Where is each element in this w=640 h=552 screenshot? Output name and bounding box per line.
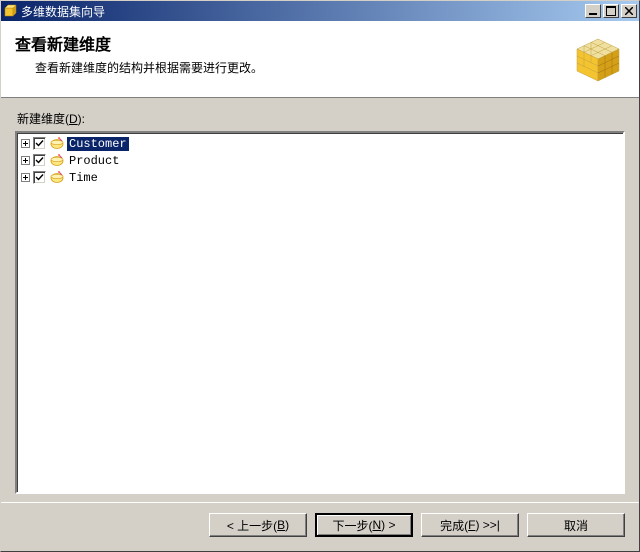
wizard-footer: < 上一步(B) 下一步(N) > 完成(F) >>| 取消 [1, 502, 639, 551]
dimension-checkbox[interactable] [33, 137, 46, 150]
tree-label: 新建维度(D): [17, 110, 625, 127]
wizard-content: 新建维度(D): Customer Product Time [1, 98, 639, 502]
dimension-tree[interactable]: Customer Product Time [15, 131, 625, 494]
finish-button[interactable]: 完成(F) >>| [421, 513, 519, 537]
dimension-checkbox[interactable] [33, 171, 46, 184]
app-icon [3, 4, 17, 18]
cube-illustration-icon [571, 31, 625, 85]
page-title: 查看新建维度 [15, 31, 561, 55]
dimension-label[interactable]: Product [67, 154, 121, 168]
wizard-window: 多维数据集向导 查看新建维度 查看新建维度的结构并根据需要进行更改。 [0, 0, 640, 552]
dimension-icon [49, 170, 65, 186]
page-subtitle: 查看新建维度的结构并根据需要进行更改。 [15, 59, 561, 76]
close-button[interactable] [621, 4, 637, 18]
dimension-icon [49, 153, 65, 169]
dimension-icon [49, 136, 65, 152]
tree-row[interactable]: Product [19, 152, 621, 169]
minimize-button[interactable] [585, 4, 601, 18]
expand-icon[interactable] [21, 156, 30, 165]
back-button[interactable]: < 上一步(B) [209, 513, 307, 537]
dimension-checkbox[interactable] [33, 154, 46, 167]
window-title: 多维数据集向导 [21, 3, 583, 20]
tree-row[interactable]: Time [19, 169, 621, 186]
title-bar: 多维数据集向导 [1, 1, 639, 21]
expand-icon[interactable] [21, 173, 30, 182]
maximize-button[interactable] [603, 4, 619, 18]
dimension-label[interactable]: Time [67, 171, 100, 185]
next-button[interactable]: 下一步(N) > [315, 513, 413, 537]
dimension-label[interactable]: Customer [67, 137, 129, 151]
expand-icon[interactable] [21, 139, 30, 148]
tree-row[interactable]: Customer [19, 135, 621, 152]
cancel-button[interactable]: 取消 [527, 513, 625, 537]
wizard-header: 查看新建维度 查看新建维度的结构并根据需要进行更改。 [1, 21, 639, 98]
